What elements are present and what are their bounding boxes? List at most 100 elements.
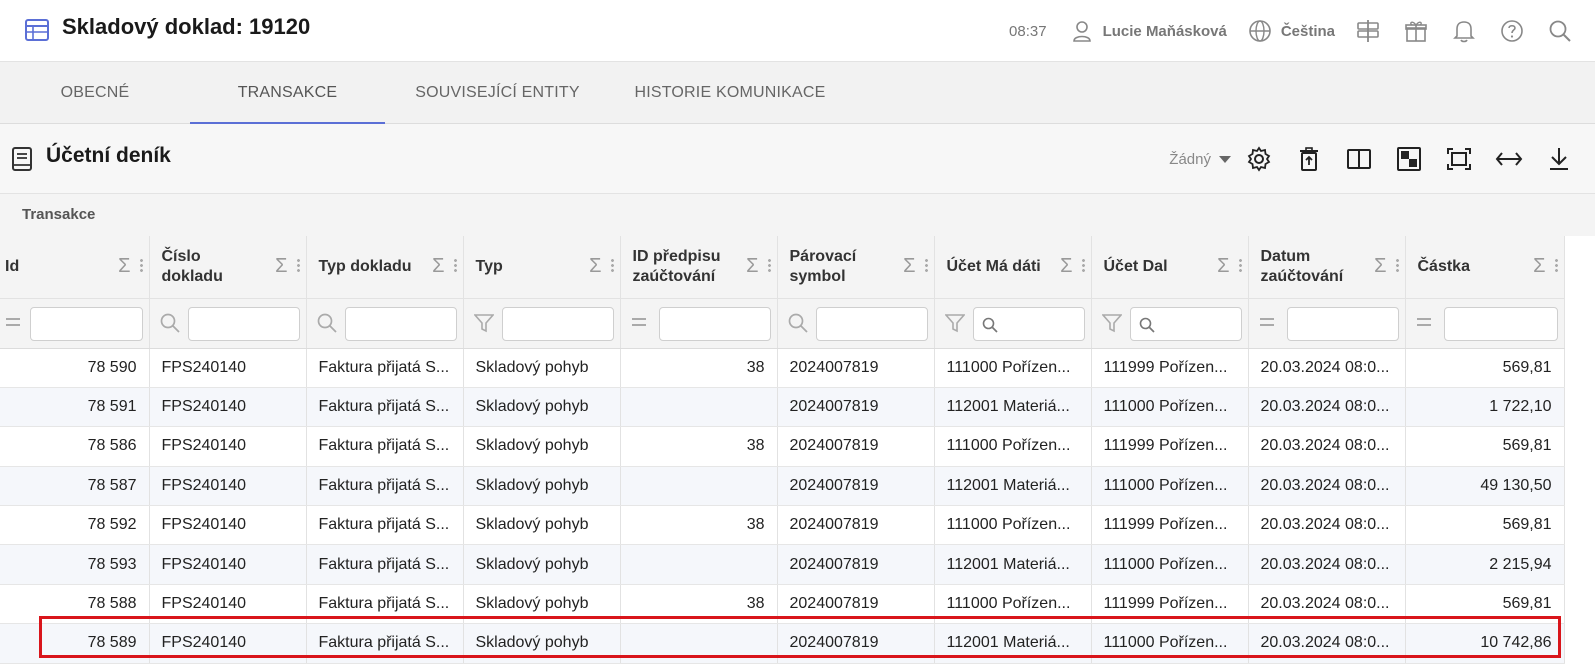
account-link[interactable]: 112001 Materiá... [934, 544, 1092, 585]
account-link[interactable]: 111000 Pořízen... [934, 505, 1092, 546]
column-filter-input[interactable] [1286, 306, 1399, 341]
sum-icon[interactable]: Σ [1060, 256, 1072, 276]
search-icon[interactable] [1547, 18, 1573, 44]
column-filter-input[interactable] [1443, 306, 1558, 341]
account-link[interactable]: 111999 Pořízen... [1091, 584, 1249, 625]
table-row[interactable]: 78 588 FPS240140 Faktura přijatá S... Sklad… [0, 584, 1565, 625]
header-row: Id Σ Číslo dokladu Σ Typ dokladu Σ Typ Σ ID před… [0, 236, 1565, 299]
bell-icon[interactable] [1451, 18, 1477, 44]
delete-icon[interactable] [1295, 145, 1323, 173]
column-header[interactable]: Id Σ [0, 236, 150, 299]
column-filter-input[interactable] [815, 306, 928, 341]
table-row[interactable]: 78 592 FPS240140 Faktura přijatá S... Sklad… [0, 505, 1565, 546]
fit-screen-icon[interactable] [1445, 145, 1473, 173]
account-link[interactable]: 111999 Pořízen... [1091, 426, 1249, 467]
account-link[interactable]: 111000 Pořízen... [934, 584, 1092, 625]
globe-icon[interactable] [1247, 18, 1273, 44]
account-link[interactable]: 111999 Pořízen... [1091, 348, 1249, 388]
column-menu-icon[interactable] [453, 258, 457, 272]
account-link[interactable]: 111999 Pořízen... [1091, 505, 1249, 546]
grid-caption: Transakce [0, 194, 1595, 236]
sum-icon[interactable]: Σ [589, 256, 601, 276]
sum-icon[interactable]: Σ [1533, 256, 1545, 276]
column-menu-icon[interactable] [296, 258, 300, 272]
table-cell: FPS240140 [149, 584, 307, 625]
account-link[interactable]: 111000 Pořízen... [934, 426, 1092, 467]
sum-icon[interactable]: Σ [275, 256, 287, 276]
account-link[interactable]: 111000 Pořízen... [1091, 544, 1249, 585]
sum-icon[interactable]: Σ [432, 256, 444, 276]
table-row[interactable]: 78 590 FPS240140 Faktura přijatá S... Sklad… [0, 348, 1565, 388]
column-header[interactable]: Typ Σ [463, 236, 621, 299]
column-header[interactable]: Typ dokladu Σ [306, 236, 464, 299]
sum-icon[interactable]: Σ [1374, 256, 1386, 276]
account-link[interactable]: 111000 Pořízen... [934, 348, 1092, 388]
language-selector[interactable]: Čeština [1281, 23, 1335, 40]
column-filter-input[interactable] [972, 306, 1085, 341]
column-header[interactable]: Účet Má dáti Σ [934, 236, 1092, 299]
column-menu-icon[interactable] [1238, 258, 1242, 272]
table-row[interactable]: 78 589 FPS240140 Faktura přijatá S... Sklad… [0, 623, 1565, 664]
column-menu-icon[interactable] [1554, 258, 1558, 272]
view-select[interactable]: Žádný [1169, 151, 1231, 168]
account-link[interactable]: 112001 Materiá... [934, 623, 1092, 664]
column-menu-icon[interactable] [924, 258, 928, 272]
search-icon[interactable] [317, 313, 337, 338]
column-menu-icon[interactable] [1081, 258, 1085, 272]
account-link[interactable]: 112001 Materiá... [934, 387, 1092, 428]
column-menu-icon[interactable] [1395, 258, 1399, 272]
table-row[interactable]: 78 586 FPS240140 Faktura přijatá S... Sklad… [0, 426, 1565, 467]
equals-icon[interactable] [631, 314, 647, 332]
column-header[interactable]: Číslo dokladu Σ [149, 236, 307, 299]
account-link[interactable]: 111000 Pořízen... [1091, 387, 1249, 428]
user-icon[interactable] [1069, 18, 1095, 44]
filter-icon[interactable] [1100, 313, 1123, 338]
column-menu-icon[interactable] [767, 258, 771, 272]
table-row[interactable]: 78 587 FPS240140 Faktura přijatá S... Sklad… [0, 466, 1565, 507]
table-row[interactable]: 78 591 FPS240140 Faktura přijatá S... Sklad… [0, 387, 1565, 428]
download-icon[interactable] [1545, 145, 1573, 173]
sum-icon[interactable]: Σ [1217, 256, 1229, 276]
account-link[interactable]: 112001 Materiá... [934, 466, 1092, 507]
equals-icon[interactable] [1416, 314, 1432, 332]
column-filter-input[interactable] [344, 306, 457, 341]
gear-icon[interactable] [1245, 145, 1273, 173]
columns-icon[interactable] [1345, 145, 1373, 173]
column-header[interactable]: Párovací symbol Σ [777, 236, 935, 299]
column-menu-icon[interactable] [610, 258, 614, 272]
expand-width-icon[interactable] [1495, 145, 1523, 173]
tab-general[interactable]: OBECNÉ [0, 62, 190, 124]
sum-icon[interactable]: Σ [118, 256, 130, 276]
tab-transactions[interactable]: TRANSAKCE [190, 62, 385, 124]
sum-icon[interactable]: Σ [903, 256, 915, 276]
equals-icon[interactable] [5, 314, 21, 332]
layout-icon[interactable] [1395, 145, 1423, 173]
column-header[interactable]: Účet Dal Σ [1091, 236, 1249, 299]
column-filter-input[interactable] [501, 306, 614, 341]
search-icon[interactable] [160, 313, 180, 338]
page-title: Skladový doklad: 19120 [62, 14, 311, 39]
column-header[interactable]: Částka Σ [1405, 236, 1565, 299]
tab-related-entities[interactable]: SOUVISEJÍCÍ ENTITY [395, 62, 600, 124]
filter-icon[interactable] [943, 313, 966, 338]
equals-icon[interactable] [1259, 314, 1275, 332]
column-header-label: Typ [475, 257, 503, 275]
column-header[interactable]: Datum zaúčtování Σ [1248, 236, 1406, 299]
filter-icon[interactable] [472, 313, 495, 338]
search-icon[interactable] [788, 313, 808, 338]
column-filter-input[interactable] [187, 306, 300, 341]
column-header[interactable]: ID předpisu zaúčtování Σ [620, 236, 778, 299]
sum-icon[interactable]: Σ [746, 256, 758, 276]
column-menu-icon[interactable] [139, 258, 143, 272]
gift-icon[interactable] [1403, 18, 1429, 44]
user-name[interactable]: Lucie Maňásková [1103, 23, 1227, 40]
help-icon[interactable] [1499, 18, 1525, 44]
column-filter-input[interactable] [658, 306, 771, 341]
column-filter-input[interactable] [1129, 306, 1242, 341]
signpost-icon[interactable] [1355, 18, 1381, 44]
account-link[interactable]: 111000 Pořízen... [1091, 623, 1249, 664]
column-filter-input[interactable] [30, 306, 143, 341]
table-row[interactable]: 78 593 FPS240140 Faktura přijatá S... Sklad… [0, 544, 1565, 585]
account-link[interactable]: 111000 Pořízen... [1091, 466, 1249, 507]
tab-communication-history[interactable]: HISTORIE KOMUNIKACE [620, 62, 840, 124]
